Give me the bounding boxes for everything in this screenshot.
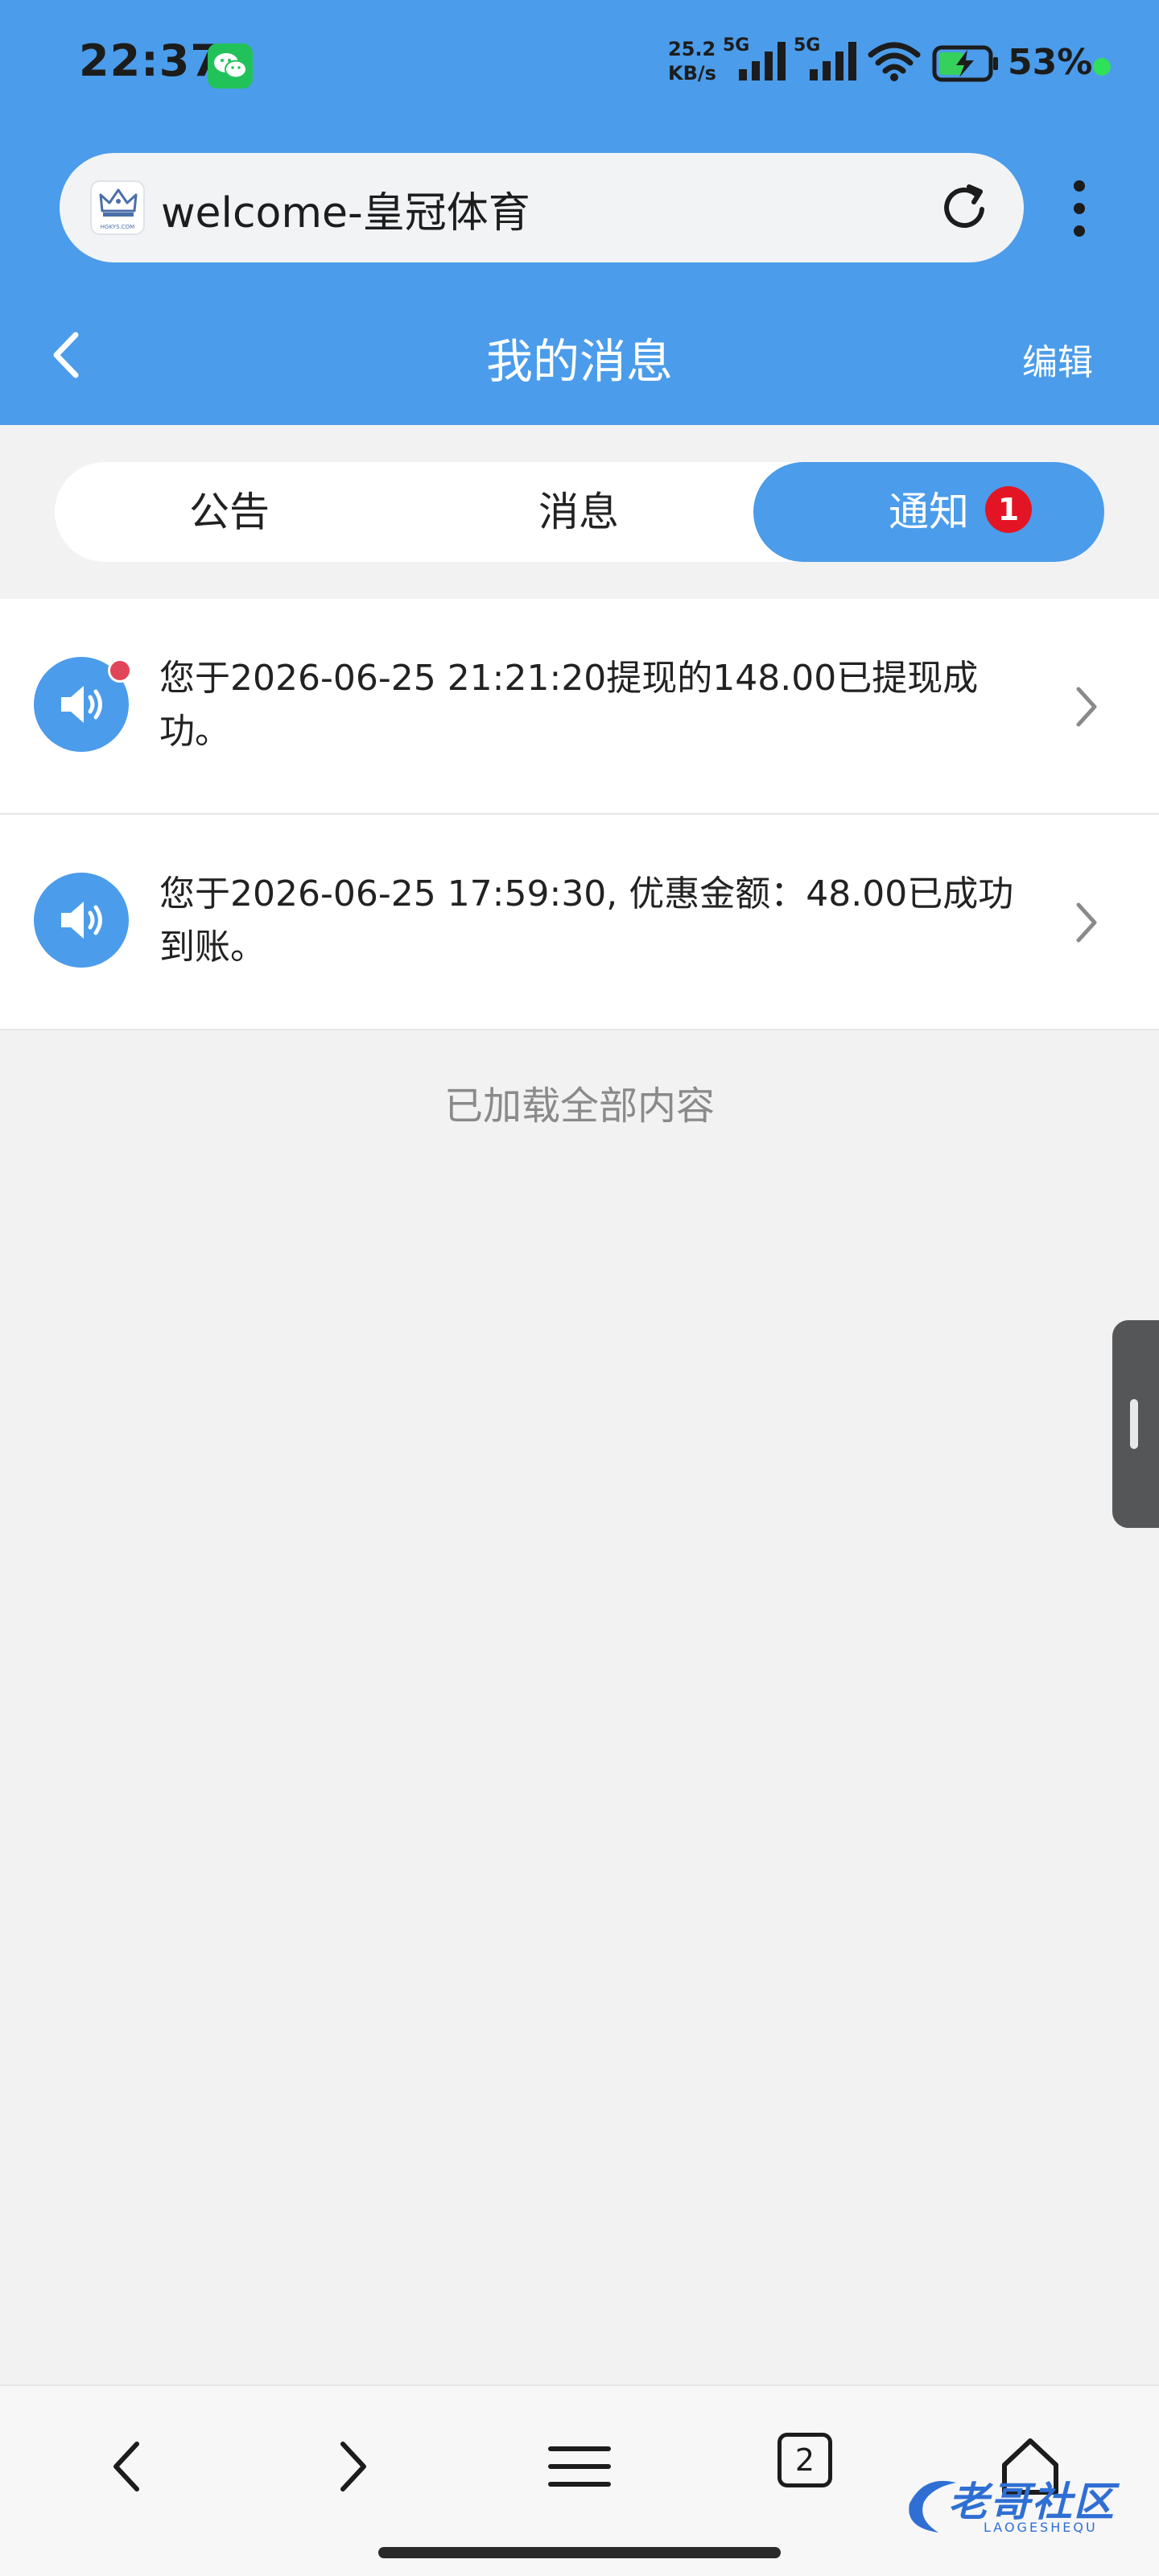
tab-notifications[interactable]: 通知 <box>753 462 1104 562</box>
tab-announcement[interactable]: 公告 <box>55 462 404 562</box>
menu-icon[interactable] <box>547 2434 612 2499</box>
list-item[interactable]: 您于2026-06-25 21:21:20提现的148.00已提现成功。 <box>0 599 1159 815</box>
all-loaded-text: 已加载全部内容 <box>443 1084 715 1129</box>
tab-switcher-button[interactable]: 2 <box>777 2433 832 2487</box>
cellular-signal-icon <box>739 42 786 80</box>
message-list: 您于2026-06-25 21:21:20提现的148.00已提现成功。 您于2… <box>0 599 1159 1030</box>
favicon-text: HGKYS.COM <box>100 224 135 230</box>
nav-back-icon[interactable] <box>97 2434 161 2499</box>
cellular-signal-2-icon <box>810 42 856 80</box>
tab-messages[interactable]: 消息 <box>404 462 753 562</box>
message-text: 您于2026-06-25 17:59:30, 优惠金额：48.00已成功到账。 <box>159 873 1014 968</box>
message-text: 您于2026-06-25 21:21:20提现的148.00已提现成功。 <box>159 658 979 752</box>
url-bar[interactable]: HGKYS.COM welcome-皇冠体育 <box>60 153 1024 262</box>
more-menu-icon[interactable] <box>1061 175 1099 240</box>
nav-forward-icon[interactable] <box>319 2434 383 2499</box>
page-title: 我的消息 <box>485 334 673 389</box>
chevron-right-icon <box>1076 687 1097 727</box>
chevron-right-icon <box>1076 902 1097 943</box>
battery-charging-icon <box>932 45 998 82</box>
side-drawer-handle[interactable] <box>1112 1320 1159 1528</box>
watermark-subtext: LAOGESHEQU <box>984 2520 1098 2535</box>
status-time: 22:37 <box>79 35 221 86</box>
privacy-indicator-dot <box>1093 58 1111 76</box>
wechat-notification-icon <box>208 43 253 89</box>
crown-icon <box>99 188 138 217</box>
notification-count-badge: 1 <box>985 486 1032 533</box>
edit-button[interactable]: 编辑 <box>1022 333 1093 385</box>
page-header: 我的消息 编辑 <box>0 306 1159 402</box>
unread-dot <box>108 658 132 683</box>
reload-icon[interactable] <box>937 180 993 237</box>
net-speed: 25.2 KB/s <box>668 37 716 85</box>
status-bar: 22:37 25.2 KB/s 5G 5G 53% <box>0 0 1159 129</box>
net-speed-unit: KB/s <box>668 62 716 85</box>
list-item[interactable]: 您于2026-06-25 17:59:30, 优惠金额：48.00已成功到账。 <box>0 815 1159 1030</box>
speaker-icon <box>34 873 129 968</box>
home-indicator[interactable] <box>378 2547 781 2558</box>
battery-percentage: 53% <box>1008 42 1093 83</box>
message-tabs: 公告 消息 通知 <box>55 462 1104 562</box>
wifi-icon <box>868 42 921 81</box>
url-text[interactable]: welcome-皇冠体育 <box>161 179 530 239</box>
net-speed-value: 25.2 <box>668 38 716 60</box>
top-bar: 22:37 25.2 KB/s 5G 5G 53% HGKYS.COM welc… <box>0 0 1159 425</box>
watermark-logo: 老哥社区 LAOGESHEQU <box>900 2468 1149 2545</box>
site-favicon: HGKYS.COM <box>90 180 145 235</box>
